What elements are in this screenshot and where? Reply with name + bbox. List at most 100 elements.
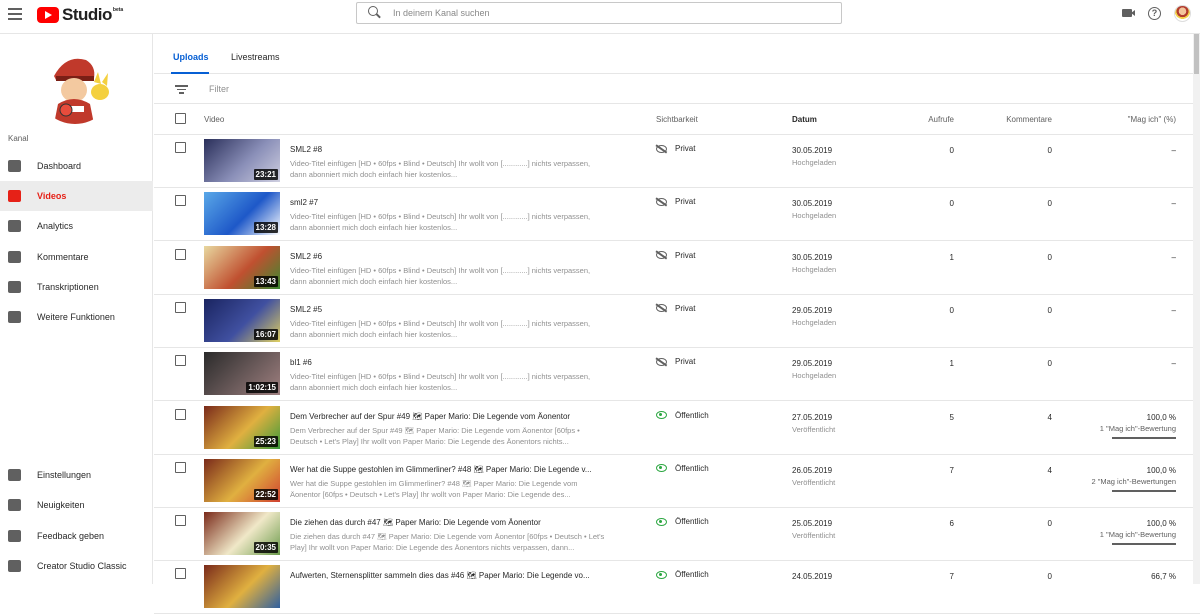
visibility-private-icon	[656, 357, 667, 366]
row-checkbox[interactable]	[175, 408, 186, 420]
column-visibility[interactable]: Sichtbarkeit	[656, 115, 698, 124]
row-checkbox[interactable]	[175, 195, 186, 207]
row-checkbox[interactable]	[175, 568, 186, 580]
create-video-icon[interactable]	[1122, 9, 1135, 17]
feedback-icon	[8, 530, 21, 542]
tab-bar: Uploads Livestreams	[154, 34, 1200, 74]
tab-uploads[interactable]: Uploads	[173, 52, 209, 62]
video-title[interactable]: Dem Verbrecher auf der Spur #49 🗺 Paper …	[290, 412, 570, 421]
sidebar-item-dashboard[interactable]: Dashboard	[0, 151, 153, 181]
visibility-label: Privat	[675, 303, 696, 313]
row-checkbox[interactable]	[175, 248, 186, 260]
column-date[interactable]: Datum	[792, 115, 817, 124]
video-title[interactable]: SML2 #6	[290, 252, 322, 261]
visibility-cell[interactable]: Öffentlich	[656, 570, 709, 579]
column-likes[interactable]: "Mag ich" (%)	[1128, 115, 1176, 124]
visibility-cell[interactable]: Privat	[656, 251, 695, 260]
video-thumbnail[interactable]: 20:35	[204, 512, 280, 556]
sidebar-item-label: Weitere Funktionen	[37, 312, 115, 322]
sidebar-item-videos[interactable]: Videos	[0, 181, 153, 211]
video-thumbnail[interactable]: 13:43	[204, 245, 280, 289]
search-box[interactable]	[356, 2, 842, 24]
table-row[interactable]: 25:23 Dem Verbrecher auf der Spur #49 🗺 P…	[154, 402, 1200, 455]
row-checkbox[interactable]	[175, 515, 186, 527]
sidebar-item-transcriptions[interactable]: Transkriptionen	[0, 272, 153, 302]
visibility-cell[interactable]: Privat	[656, 144, 695, 153]
video-thumbnail[interactable]: 22:52	[204, 458, 280, 502]
sidebar-item-feedback[interactable]: Feedback geben	[0, 521, 153, 551]
video-status: Hochgeladen	[792, 211, 837, 221]
video-title[interactable]: Die ziehen das durch #47 🗺 Paper Mario: …	[290, 518, 541, 527]
video-title[interactable]: SML2 #8	[290, 145, 322, 154]
account-avatar[interactable]	[1174, 5, 1191, 22]
visibility-private-icon	[656, 197, 667, 206]
table-row[interactable]: 13:28 sml2 #7 Video-Titel einfügen [HD • 6…	[154, 188, 1200, 242]
tab-livestreams[interactable]: Livestreams	[231, 52, 280, 62]
video-thumbnail[interactable]: 16:07	[204, 298, 280, 342]
visibility-cell[interactable]: Öffentlich	[656, 517, 709, 526]
filter-input[interactable]: Filter	[209, 84, 229, 94]
help-icon[interactable]: ?	[1148, 7, 1161, 20]
scrollbar-thumb[interactable]	[1194, 34, 1199, 74]
video-title[interactable]: sml2 #7	[290, 198, 318, 207]
table-row[interactable]: 13:43 SML2 #6 Video-Titel einfügen [HD • 6…	[154, 242, 1200, 295]
video-date: 26.05.2019	[792, 465, 833, 475]
video-thumbnail[interactable]: 1:02:15	[204, 352, 280, 396]
table-row[interactable]: 22:52 Wer hat die Suppe gestohlen im Glim…	[154, 455, 1200, 508]
likes-bar	[1112, 543, 1176, 546]
menu-icon[interactable]	[8, 8, 22, 20]
video-title[interactable]: Wer hat die Suppe gestohlen im Glimmerli…	[290, 465, 592, 474]
likes-count: 2 "Mag ich"-Bewertungen	[1091, 476, 1176, 486]
visibility-cell[interactable]: Öffentlich	[656, 411, 709, 420]
comments-icon	[8, 251, 21, 263]
video-views: 0	[949, 146, 954, 155]
video-title[interactable]: SML2 #5	[290, 305, 322, 314]
video-description: Video-Titel einfügen [HD • 60fps • Blind…	[290, 265, 591, 286]
select-all-checkbox[interactable]	[175, 113, 186, 124]
row-checkbox[interactable]	[175, 301, 186, 313]
sidebar-item-analytics[interactable]: Analytics	[0, 211, 153, 241]
sidebar-item-settings[interactable]: Einstellungen	[0, 460, 153, 490]
video-status: Veröffentlicht	[792, 477, 836, 487]
sidebar-item-news[interactable]: Neuigkeiten	[0, 490, 153, 520]
filter-bar: Filter	[154, 74, 1200, 104]
translate-icon	[8, 281, 21, 293]
row-checkbox[interactable]	[175, 461, 186, 473]
visibility-label: Privat	[675, 144, 696, 153]
filter-icon[interactable]	[175, 85, 188, 94]
video-likes: –	[1171, 146, 1176, 155]
visibility-cell[interactable]: Privat	[656, 197, 695, 206]
sidebar-item-more-features[interactable]: Weitere Funktionen	[0, 302, 153, 332]
search-input[interactable]	[393, 8, 813, 18]
video-title[interactable]: Aufwerten, Sternensplitter sammeln dies …	[290, 571, 590, 580]
row-checkbox[interactable]	[175, 142, 186, 153]
video-comments: 0	[1047, 199, 1052, 209]
search-icon[interactable]	[368, 6, 382, 20]
sidebar-item-label: Neuigkeiten	[37, 500, 85, 510]
column-comments[interactable]: Kommentare	[1006, 115, 1052, 124]
video-thumbnail[interactable]: 25:23	[204, 405, 280, 449]
sidebar-item-comments[interactable]: Kommentare	[0, 242, 153, 272]
channel-avatar[interactable]	[36, 46, 114, 124]
video-thumbnail[interactable]	[204, 565, 280, 609]
studio-logo[interactable]: Studio beta	[37, 4, 123, 26]
visibility-cell[interactable]: Öffentlich	[656, 464, 709, 473]
table-row[interactable]: 16:07 SML2 #5 Video-Titel einfügen [HD • 6…	[154, 295, 1200, 348]
visibility-cell[interactable]: Privat	[656, 304, 695, 313]
table-row[interactable]: 23:21 SML2 #8 Video-Titel einfügen [HD • 6…	[154, 135, 1200, 188]
visibility-cell[interactable]: Privat	[656, 357, 695, 366]
video-title[interactable]: bl1 #6	[290, 358, 312, 367]
video-description: Wer hat die Suppe gestohlen im Glimmerli…	[290, 478, 578, 499]
column-views[interactable]: Aufrufe	[928, 115, 954, 124]
table-row[interactable]: 20:35 Die ziehen das durch #47 🗺 Paper Ma…	[154, 508, 1200, 562]
video-comments: 4	[1047, 412, 1052, 422]
video-thumbnail[interactable]: 23:21	[204, 139, 280, 182]
table-row[interactable]: Aufwerten, Sternensplitter sammeln dies …	[154, 561, 1200, 614]
video-comments: 0	[1047, 146, 1052, 155]
video-thumbnail[interactable]: 13:28	[204, 192, 280, 236]
scrollbar[interactable]	[1193, 34, 1200, 584]
row-checkbox[interactable]	[175, 355, 186, 367]
sidebar-item-classic[interactable]: Creator Studio Classic	[0, 551, 153, 581]
visibility-label: Privat	[675, 197, 696, 207]
table-row[interactable]: 1:02:15 bl1 #6 Video-Titel einfügen [HD • …	[154, 348, 1200, 402]
